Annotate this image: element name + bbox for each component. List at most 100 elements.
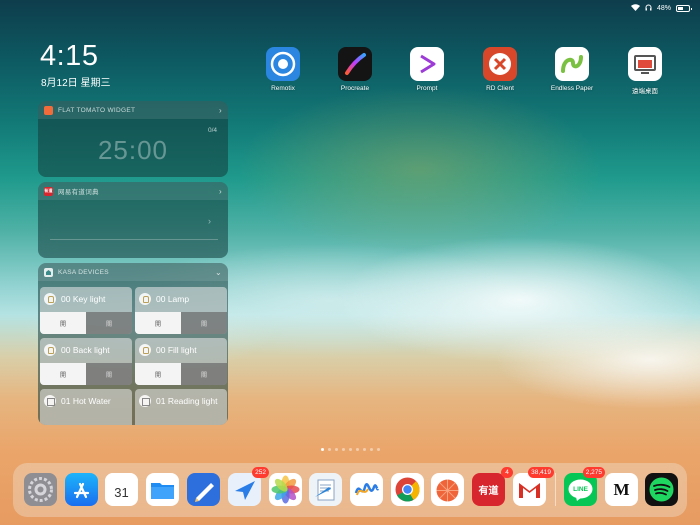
kasa-device-row: 00 Fill light	[135, 338, 227, 362]
power-toggle: 開關	[40, 363, 132, 385]
bulb-icon	[139, 344, 151, 356]
power-off-button[interactable]: 關	[86, 363, 132, 385]
app-icon-face	[187, 473, 220, 506]
medium-icon[interactable]: M	[605, 473, 638, 506]
widget-header[interactable]: 有道 网易有道词典 ›	[38, 182, 228, 200]
kasa-devices-widget[interactable]: KASA DEVICES ⌄ 00 Key light 開關 00 Lamp 開關 00…	[38, 263, 228, 425]
page-dot[interactable]	[320, 448, 324, 451]
power-off-button[interactable]: 關	[181, 312, 227, 334]
kasa-device-row: 01 Reading light	[135, 389, 227, 413]
chevron-right-icon[interactable]: ›	[208, 216, 211, 226]
kasa-device-tile[interactable]: 01 Hot Water	[40, 389, 132, 425]
home-screen: 48% 4:15 8月12日 星期三 FLAT TOMATO WIDGET › …	[0, 0, 700, 525]
photos-icon[interactable]	[269, 473, 302, 506]
page-dot[interactable]	[327, 448, 331, 451]
app-label: RD Client	[486, 85, 514, 92]
page-dot[interactable]	[355, 448, 359, 451]
kasa-device-name: 00 Lamp	[156, 294, 190, 304]
settings-icon[interactable]	[24, 473, 57, 506]
app-label: Remotix	[271, 85, 295, 92]
remotix-icon[interactable]	[266, 47, 300, 81]
tomato-icon[interactable]	[431, 473, 464, 506]
app-icon-face	[391, 473, 424, 506]
procreate-icon[interactable]	[338, 47, 372, 81]
icon-label: M	[613, 479, 630, 499]
power-off-button[interactable]: 關	[86, 312, 132, 334]
page-dot[interactable]	[341, 448, 345, 451]
page-indicator[interactable]	[0, 448, 700, 451]
power-on-button[interactable]: 開	[40, 312, 86, 334]
app-icon-face	[24, 473, 57, 506]
home-icon	[44, 395, 56, 407]
power-on-button[interactable]: 開	[135, 363, 181, 385]
clock-date: 8月12日 星期三	[41, 78, 111, 89]
widget-title: KASA DEVICES	[58, 268, 109, 276]
power-on-button[interactable]: 開	[40, 363, 86, 385]
spotify-icon[interactable]	[645, 473, 678, 506]
app-icon-face: 31	[105, 473, 138, 506]
app-icon-face	[431, 473, 464, 506]
app-icon-face: 有道	[472, 473, 505, 506]
app-icon-face	[146, 473, 179, 506]
flat-tomato-widget[interactable]: FLAT TOMATO WIDGET › 0/4 25:00	[38, 101, 228, 177]
app-endless-paper[interactable]: Endless Paper	[544, 47, 600, 92]
page-dot[interactable]	[362, 448, 366, 451]
rd-client-icon[interactable]	[483, 47, 517, 81]
kasa-device-name: 01 Reading light	[156, 396, 218, 406]
app-prompt[interactable]: Prompt	[399, 47, 455, 92]
app-remotix[interactable]: Remotix	[255, 47, 311, 92]
kasa-device-row: 00 Lamp	[135, 287, 227, 311]
documents-icon[interactable]	[309, 473, 342, 506]
endless-paper-icon[interactable]	[555, 47, 589, 81]
kasa-device-tile[interactable]: 00 Back light 開關	[40, 338, 132, 385]
chevron-right-icon[interactable]: ›	[219, 187, 222, 196]
pomodoro-timer[interactable]: 25:00	[38, 135, 228, 166]
headphones-icon	[645, 4, 652, 13]
chrome-icon[interactable]	[391, 473, 424, 506]
gmail-icon[interactable]: M38,419	[513, 467, 554, 506]
app-label: Procreate	[340, 85, 370, 92]
icon-label: 31	[114, 485, 129, 500]
chevron-down-icon[interactable]: ⌄	[215, 268, 222, 277]
app-label: 遠端桌面	[632, 88, 658, 95]
freeform-icon[interactable]	[350, 473, 383, 506]
prompt-icon[interactable]	[410, 47, 444, 81]
app-label: Endless Paper	[550, 85, 594, 92]
page-dot[interactable]	[334, 448, 338, 451]
app-rd-client[interactable]: RD Client	[472, 47, 528, 92]
divider	[50, 239, 218, 240]
app-remote-desktop[interactable]: 遠端桌面	[617, 47, 673, 95]
app-icon-face	[309, 473, 342, 506]
kasa-device-name: 00 Back light	[61, 345, 110, 355]
youdao-icon: 有道	[44, 186, 53, 196]
files-icon[interactable]	[146, 473, 179, 506]
page-dot[interactable]	[376, 448, 380, 451]
goodnotes-icon[interactable]	[187, 473, 220, 506]
line-icon[interactable]: LINE 2,275	[564, 467, 605, 506]
youdao-dictionary-widget[interactable]: 有道 网易有道词典 › ›	[38, 182, 228, 258]
kasa-device-tile[interactable]: 00 Lamp 開關	[135, 287, 227, 334]
youdao-icon[interactable]: 有道 4	[472, 467, 513, 506]
app-procreate[interactable]: Procreate	[327, 47, 383, 92]
kasa-device-tile[interactable]: 00 Key light 開關	[40, 287, 132, 334]
remote-desktop-icon[interactable]	[628, 47, 662, 81]
page-dot[interactable]	[348, 448, 352, 451]
kasa-device-name: 00 Fill light	[156, 345, 197, 355]
page-dot[interactable]	[369, 448, 373, 451]
dock-divider	[555, 473, 556, 506]
widget-header[interactable]: KASA DEVICES ⌄	[38, 263, 228, 281]
chevron-right-icon[interactable]: ›	[219, 106, 222, 115]
kasa-device-row: 00 Back light	[40, 338, 132, 362]
notification-badge: 2,275	[582, 467, 605, 478]
power-off-button[interactable]: 關	[181, 363, 227, 385]
tomato-icon	[44, 105, 53, 115]
kasa-device-tile[interactable]: 01 Reading light	[135, 389, 227, 425]
dictionary-search-field[interactable]	[50, 206, 218, 238]
spark-icon[interactable]: 252	[228, 467, 269, 506]
calendar-icon[interactable]: 31	[105, 473, 138, 506]
widget-header[interactable]: FLAT TOMATO WIDGET ›	[38, 101, 228, 119]
power-on-button[interactable]: 開	[135, 312, 181, 334]
app-store-icon[interactable]	[65, 473, 98, 506]
kasa-device-tile[interactable]: 00 Fill light 開關	[135, 338, 227, 385]
kasa-icon	[44, 267, 53, 277]
